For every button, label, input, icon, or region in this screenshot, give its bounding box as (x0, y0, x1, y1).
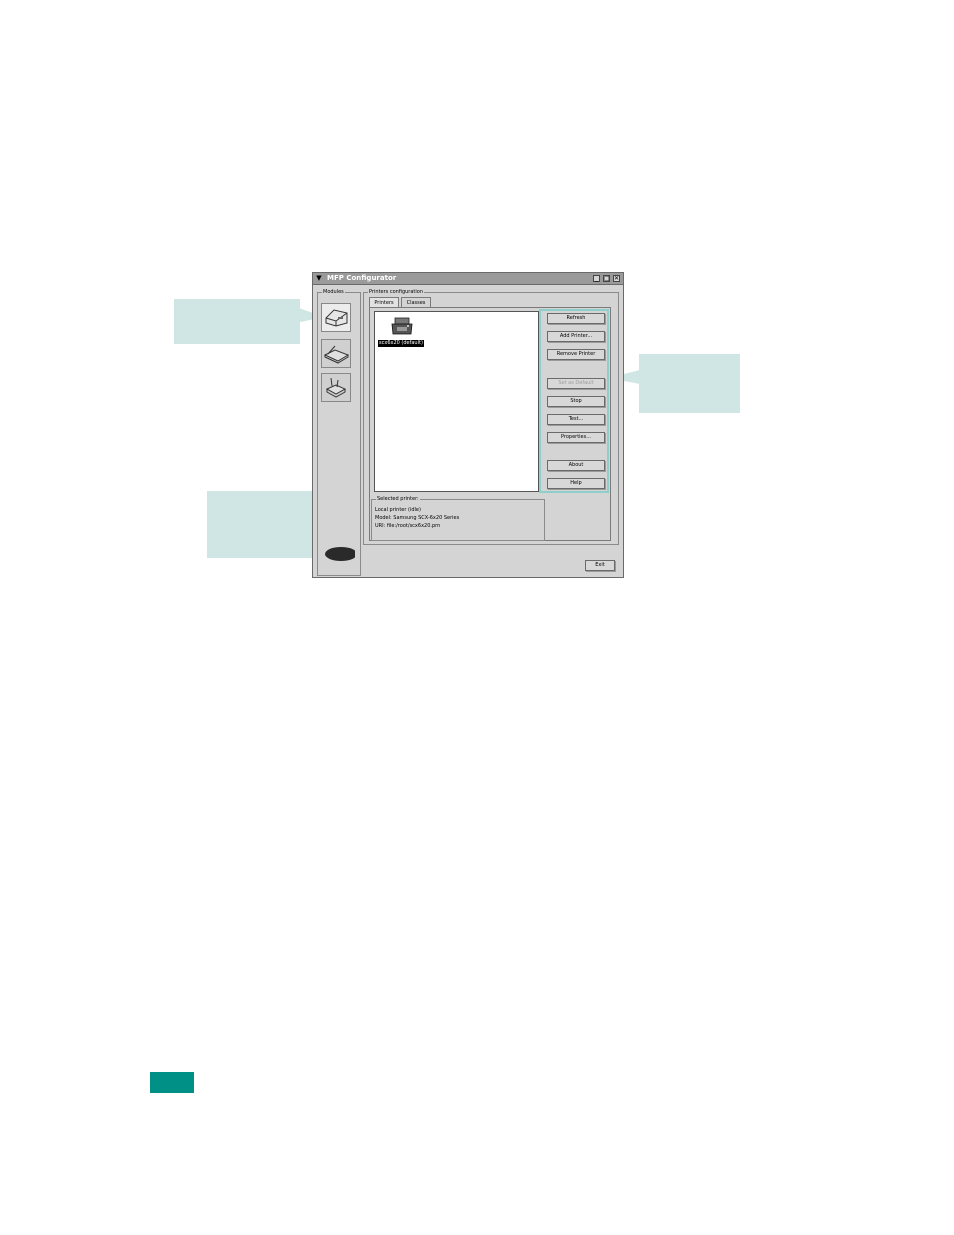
selected-printer-status: Local printer (idle) (375, 507, 421, 513)
window-menu-icon[interactable]: ▼ (315, 275, 323, 282)
modules-group (317, 292, 361, 576)
title-bar: ▼ MFP Configurator _ □ ✕ (313, 273, 623, 285)
add-printer-button[interactable]: Add Printer... (547, 331, 605, 342)
test-button[interactable]: Test... (547, 414, 605, 425)
set-default-button[interactable]: Set as Default (547, 378, 605, 389)
selected-printer-model: Model: Samsung SCX-6x20 Series (375, 515, 460, 521)
minimize-button[interactable]: _ (593, 275, 600, 282)
printer-item-label: scx6x20 (default) (378, 340, 424, 347)
modules-legend: Modules (322, 289, 345, 295)
callout-printer-controls (639, 354, 740, 413)
printer-list[interactable]: scx6x20 (default) (374, 311, 539, 492)
note-marker (150, 1072, 194, 1093)
printers-configuration-legend: Printers configuration (368, 289, 424, 295)
exit-button[interactable]: Exit (585, 560, 615, 571)
refresh-button[interactable]: Refresh (547, 313, 605, 324)
tab-classes[interactable]: Classes (401, 297, 431, 307)
port-icon (325, 377, 347, 398)
printer-item[interactable]: scx6x20 (default) (377, 316, 433, 350)
properties-button[interactable]: Properties... (547, 432, 605, 443)
window-title: MFP Configurator (327, 274, 397, 282)
module-printer-button[interactable] (321, 303, 351, 332)
printer-device-icon (391, 317, 413, 335)
callout-modules (174, 299, 300, 344)
module-port-button[interactable] (321, 373, 351, 402)
help-button[interactable]: Help (547, 478, 605, 489)
module-scanner-button[interactable] (321, 339, 351, 368)
scanner-icon (323, 345, 350, 364)
close-button[interactable]: ✕ (613, 275, 620, 282)
stop-button[interactable]: Stop (547, 396, 605, 407)
printer-icon (325, 309, 348, 327)
about-button[interactable]: About (547, 460, 605, 471)
tab-printers[interactable]: Printers (369, 297, 399, 307)
mfp-configurator-window: ▼ MFP Configurator _ □ ✕ Modules Printer… (312, 272, 624, 578)
samsung-logo (321, 543, 357, 565)
maximize-button[interactable]: □ (603, 275, 610, 282)
selected-printer-uri: URI: file:/root/scx6x20.prn (375, 523, 441, 529)
selected-printer-legend: Selected printer: (376, 496, 420, 502)
remove-printer-button[interactable]: Remove Printer (547, 349, 605, 360)
